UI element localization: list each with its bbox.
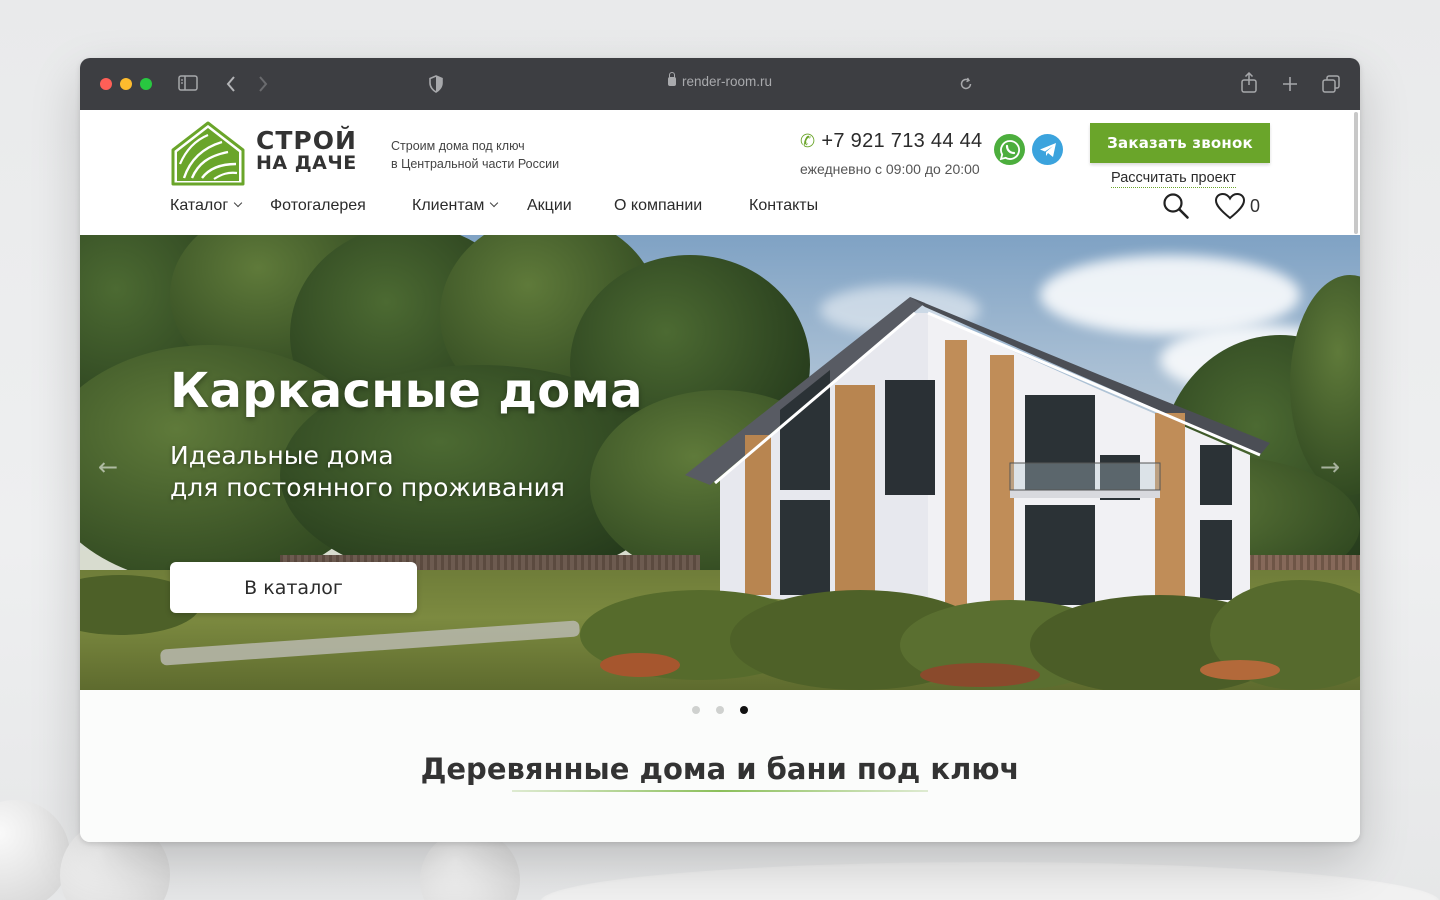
phone-icon: ✆ bbox=[800, 131, 816, 151]
hero-slider: ← → Каркасные дома Идеальные дома для по… bbox=[80, 235, 1360, 690]
slider-dots bbox=[80, 706, 1360, 714]
hero-subtitle-line-2: для постоянного проживания bbox=[170, 473, 565, 502]
nav-item-label: Фотогалерея bbox=[270, 197, 366, 214]
whatsapp-icon[interactable] bbox=[994, 134, 1025, 165]
brand-line-1: СТРОЙ bbox=[256, 126, 357, 155]
chevron-down-icon bbox=[490, 198, 499, 208]
hero-subtitle-line-1: Идеальные дома bbox=[170, 441, 394, 470]
search-icon[interactable] bbox=[1162, 192, 1190, 220]
phone-number: +7 921 713 44 44 bbox=[821, 130, 983, 152]
favorites-button[interactable]: 0 bbox=[1214, 192, 1260, 220]
brand-name[interactable]: СТРОЙ НА ДАЧЕ bbox=[256, 126, 357, 174]
nav-item-contacts[interactable]: Контакты bbox=[749, 197, 818, 215]
slider-dot[interactable] bbox=[716, 706, 724, 714]
nav-item-label: Контакты bbox=[749, 197, 819, 214]
tagline: Строим дома под ключ в Центральной части… bbox=[391, 137, 559, 173]
lock-icon bbox=[667, 72, 676, 86]
slider-dot-active[interactable] bbox=[740, 706, 748, 714]
phone-link[interactable]: ✆ +7 921 713 44 44 bbox=[800, 130, 982, 153]
order-call-button[interactable]: Заказать звонок bbox=[1090, 123, 1270, 163]
nav-item-label: Каталог bbox=[170, 197, 229, 214]
hero-title: Каркасные дома bbox=[170, 363, 643, 419]
tagline-line-1: Строим дома под ключ bbox=[391, 139, 525, 153]
nav-item-label: Клиентам bbox=[412, 197, 485, 214]
tagline-line-2: в Центральной части России bbox=[391, 157, 560, 171]
brand-line-2: НА ДАЧЕ bbox=[256, 152, 357, 174]
new-tab-icon[interactable] bbox=[1282, 76, 1298, 92]
browser-toolbar: render-room.ru bbox=[80, 58, 1360, 110]
site-header: СТРОЙ НА ДАЧЕ Строим дома под ключ в Цен… bbox=[80, 110, 1360, 235]
nav-item-promotions[interactable]: Акции bbox=[527, 197, 572, 215]
slider-prev-arrow[interactable]: ← bbox=[98, 453, 118, 481]
slider-next-arrow[interactable]: → bbox=[1320, 453, 1340, 481]
chevron-down-icon bbox=[233, 198, 243, 208]
calculate-project-link[interactable]: Рассчитать проект bbox=[1111, 170, 1236, 188]
nav-item-clients[interactable]: Клиентам bbox=[412, 197, 499, 215]
slider-dot[interactable] bbox=[692, 706, 700, 714]
tab-overview-icon[interactable] bbox=[1322, 75, 1340, 93]
section-title: Деревянные дома и бани под ключ bbox=[420, 752, 1020, 786]
share-icon[interactable] bbox=[1240, 72, 1258, 94]
nav-item-about[interactable]: О компании bbox=[614, 197, 702, 215]
scrollbar[interactable] bbox=[1354, 112, 1358, 234]
background-pedestal bbox=[540, 862, 1440, 900]
browser-window: render-room.ru СТРОЙ НА ДАЧЕ Строим дома… bbox=[80, 58, 1360, 842]
telegram-icon[interactable] bbox=[1032, 134, 1063, 165]
heart-icon bbox=[1214, 192, 1246, 220]
catalog-button[interactable]: В каталог bbox=[170, 562, 417, 613]
nav-item-label: Акции bbox=[527, 197, 572, 214]
nav-item-gallery[interactable]: Фотогалерея bbox=[270, 197, 366, 215]
nav-item-label: О компании bbox=[614, 197, 703, 214]
background-sphere bbox=[0, 800, 70, 900]
logo-icon[interactable] bbox=[170, 120, 246, 188]
nav-item-catalog[interactable]: Каталог bbox=[170, 197, 243, 215]
section-title-underline bbox=[512, 790, 928, 792]
working-hours: ежедневно с 09:00 до 20:00 bbox=[800, 161, 980, 177]
url-text: render-room.ru bbox=[681, 74, 773, 89]
reload-icon[interactable] bbox=[959, 77, 973, 91]
web-page: СТРОЙ НА ДАЧЕ Строим дома под ключ в Цен… bbox=[80, 110, 1360, 842]
hero-subtitle: Идеальные дома для постоянного проживани… bbox=[170, 440, 565, 504]
favorites-count: 0 bbox=[1250, 195, 1261, 216]
address-bar[interactable]: render-room.ru bbox=[80, 72, 1360, 89]
